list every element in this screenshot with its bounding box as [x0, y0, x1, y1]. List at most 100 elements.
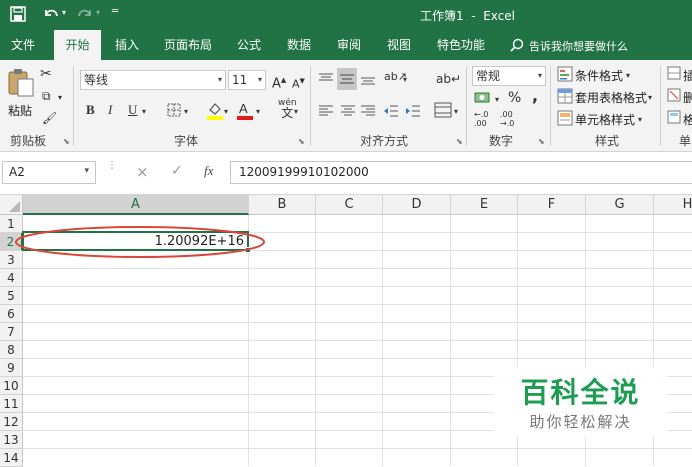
- merge-dropdown-icon[interactable]: ▾: [454, 104, 458, 120]
- redo-dropdown-icon[interactable]: ▾: [96, 8, 100, 17]
- comma-button[interactable]: ,: [532, 88, 538, 104]
- shrink-font-label: A: [292, 77, 300, 91]
- redo-icon[interactable]: [76, 5, 94, 23]
- row-header-4[interactable]: 4: [0, 269, 23, 287]
- underline-dropdown-icon[interactable]: ▾: [142, 104, 146, 120]
- borders-dropdown-icon[interactable]: ▾: [184, 104, 188, 120]
- column-header-b[interactable]: B: [249, 195, 316, 215]
- increase-decimal-button[interactable]: ←.0 .00: [474, 110, 488, 128]
- top-align-icon[interactable]: [318, 72, 334, 86]
- undo-icon[interactable]: [42, 5, 60, 23]
- customize-qat-icon[interactable]: ═: [112, 6, 118, 17]
- tab-home[interactable]: 开始: [54, 30, 101, 60]
- fill-color-icon[interactable]: [206, 100, 224, 120]
- save-icon[interactable]: [10, 6, 26, 22]
- column-header-e[interactable]: E: [451, 195, 518, 215]
- column-header-d[interactable]: D: [383, 195, 451, 215]
- bottom-align-icon[interactable]: [360, 72, 376, 86]
- row-header-13[interactable]: 13: [0, 431, 23, 449]
- column-header-g[interactable]: G: [586, 195, 654, 215]
- delete-cells-button[interactable]: 删: [683, 89, 692, 106]
- tab-review[interactable]: 审阅: [326, 30, 372, 60]
- decrease-decimal-button[interactable]: .00 →.0: [500, 110, 514, 128]
- increase-indent-icon[interactable]: [405, 104, 421, 118]
- paste-button[interactable]: 粘贴: [4, 66, 40, 120]
- format-cells-button[interactable]: 格: [683, 111, 692, 128]
- font-size-select[interactable]: 11 ▾: [228, 70, 266, 90]
- middle-align-icon[interactable]: [337, 68, 357, 90]
- cut-icon[interactable]: ✂: [40, 66, 52, 82]
- conditional-dropdown-icon[interactable]: ▾: [626, 68, 630, 84]
- row-header-11[interactable]: 11: [0, 395, 23, 413]
- number-launcher-icon[interactable]: ⬊: [538, 137, 545, 146]
- resize-handle-icon[interactable]: ⋮: [107, 161, 117, 171]
- borders-icon[interactable]: [166, 102, 182, 118]
- row-header-14[interactable]: 14: [0, 449, 23, 467]
- font-color-dropdown-icon[interactable]: ▾: [256, 104, 260, 120]
- styles-group-label: 样式: [594, 134, 619, 148]
- row-header-9[interactable]: 9: [0, 359, 23, 377]
- clipboard-launcher-icon[interactable]: ⬊: [63, 137, 70, 146]
- column-header-h[interactable]: H: [654, 195, 692, 215]
- percent-button[interactable]: %: [508, 90, 521, 106]
- table-dropdown-icon[interactable]: ▾: [648, 90, 652, 106]
- insert-function-icon[interactable]: fx: [204, 163, 213, 179]
- underline-button[interactable]: U: [128, 102, 137, 118]
- phonetic-dropdown-icon[interactable]: ▾: [294, 104, 298, 120]
- tab-special-features[interactable]: 特色功能: [430, 30, 492, 60]
- row-header-10[interactable]: 10: [0, 377, 23, 395]
- cell-styles-dropdown-icon[interactable]: ▾: [638, 112, 642, 128]
- accounting-dropdown-icon[interactable]: ▾: [495, 92, 499, 108]
- tab-view[interactable]: 视图: [376, 30, 422, 60]
- column-header-a[interactable]: A: [23, 195, 249, 215]
- orientation-dropdown-icon[interactable]: ▾: [403, 72, 407, 88]
- shrink-font-icon[interactable]: A▼: [292, 73, 305, 93]
- row-header-5[interactable]: 5: [0, 287, 23, 305]
- tab-data[interactable]: 数据: [276, 30, 322, 60]
- alignment-launcher-icon[interactable]: ⬊: [456, 137, 463, 146]
- row-header-6[interactable]: 6: [0, 305, 23, 323]
- column-header-f[interactable]: F: [518, 195, 586, 215]
- font-color-icon[interactable]: A: [236, 100, 254, 120]
- name-box[interactable]: A2 ▾: [2, 161, 96, 184]
- align-center-icon[interactable]: [340, 104, 356, 118]
- worksheet-grid: A B C D E F G H 1 2 3 4 5 6 7 8 9 10 11 …: [0, 195, 692, 467]
- enter-icon[interactable]: ✓: [171, 163, 183, 179]
- bold-button[interactable]: B: [86, 102, 95, 118]
- font-name-select[interactable]: 等线 ▾: [80, 70, 226, 90]
- undo-dropdown-icon[interactable]: ▾: [62, 8, 66, 17]
- chevron-down-icon[interactable]: ▾: [84, 166, 89, 176]
- decrease-indent-icon[interactable]: [383, 104, 399, 118]
- align-right-icon[interactable]: [360, 104, 376, 118]
- tell-me-input[interactable]: 告诉我你想要做什么: [529, 38, 628, 54]
- italic-button[interactable]: I: [108, 102, 112, 118]
- select-all-corner[interactable]: [0, 195, 23, 215]
- format-painter-icon[interactable]: 🖌: [42, 110, 57, 126]
- align-left-icon[interactable]: [318, 104, 334, 118]
- conditional-formatting-button[interactable]: 条件格式: [575, 67, 623, 84]
- copy-dropdown-icon[interactable]: ▾: [58, 90, 62, 106]
- row-header-7[interactable]: 7: [0, 323, 23, 341]
- fill-color-dropdown-icon[interactable]: ▾: [224, 104, 228, 120]
- font-launcher-icon[interactable]: ⬊: [298, 137, 305, 146]
- formula-input[interactable]: 12009199910102000: [230, 161, 692, 184]
- tab-file[interactable]: 文件: [0, 30, 46, 60]
- grow-font-icon[interactable]: A▲: [272, 72, 286, 92]
- ribbon: 粘贴 ✂ ⧉ ▾ 🖌 剪贴板 ⬊ 等线 ▾ 11 ▾ A▲ A▼ B I U ▾…: [0, 60, 692, 152]
- accounting-format-icon[interactable]: [474, 90, 494, 106]
- tab-insert[interactable]: 插入: [104, 30, 150, 60]
- wrap-text-icon[interactable]: ab↵: [436, 72, 461, 86]
- tab-page-layout[interactable]: 页面布局: [157, 30, 219, 60]
- row-header-12[interactable]: 12: [0, 413, 23, 431]
- cell-styles-button[interactable]: 单元格样式: [575, 111, 635, 128]
- merge-center-icon[interactable]: [434, 102, 452, 118]
- insert-cells-icon: [667, 66, 681, 80]
- tab-formulas[interactable]: 公式: [226, 30, 272, 60]
- copy-icon[interactable]: ⧉: [42, 88, 51, 104]
- cancel-icon[interactable]: ×: [136, 163, 149, 181]
- insert-cells-button[interactable]: 插: [683, 67, 692, 84]
- row-header-8[interactable]: 8: [0, 341, 23, 359]
- column-header-c[interactable]: C: [316, 195, 383, 215]
- format-as-table-button[interactable]: 套用表格格式: [575, 89, 647, 106]
- number-format-select[interactable]: 常规 ▾: [472, 66, 546, 86]
